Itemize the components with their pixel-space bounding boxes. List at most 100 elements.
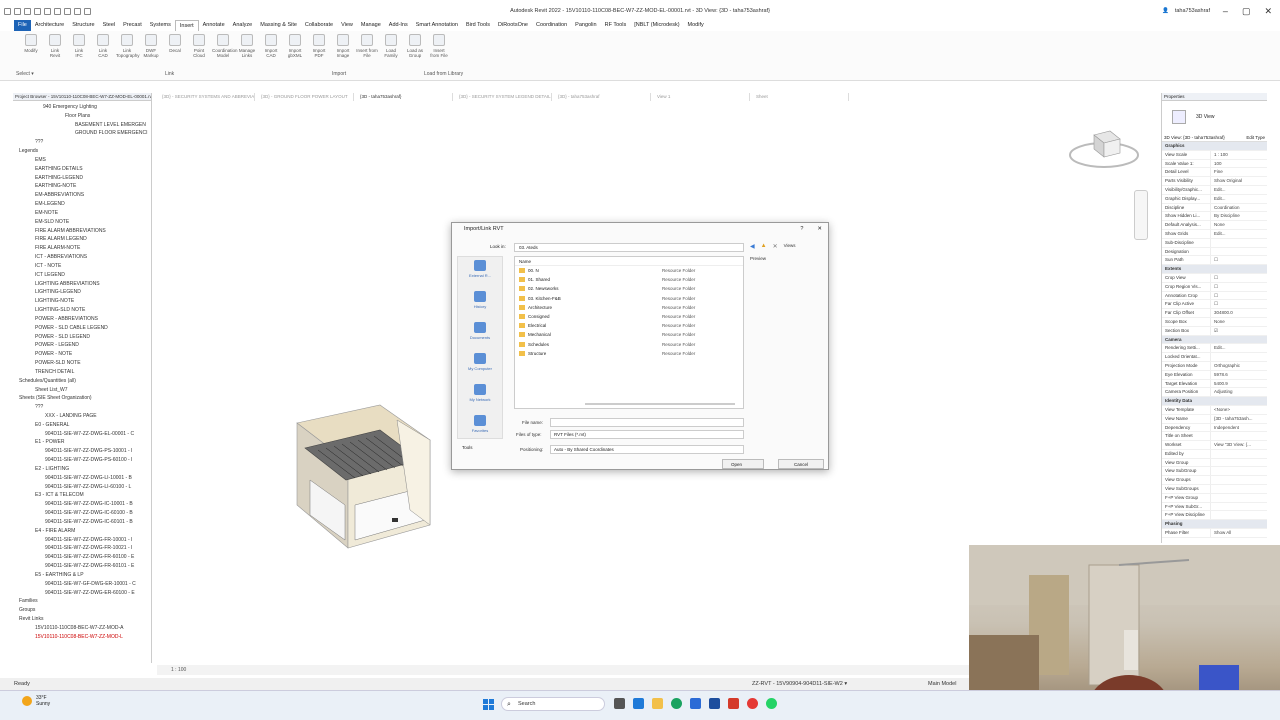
tree-item[interactable]: 904D11-SIE-W7-ZZ-DWG-FR-10021 - I: [13, 544, 151, 553]
file-row[interactable]: Consigned Resource Folder: [515, 312, 743, 321]
navigation-bar[interactable]: [1134, 190, 1148, 240]
tree-item[interactable]: ???: [13, 138, 151, 147]
property-row[interactable]: View SubGroups: [1162, 485, 1267, 494]
property-value[interactable]: [1210, 247, 1267, 256]
property-value[interactable]: ☐: [1210, 256, 1267, 265]
tree-item[interactable]: 904D11-SIE-W7-ZZ-DWG-FR-60101 - E: [13, 562, 151, 571]
property-row[interactable]: Detail Level Fine: [1162, 168, 1267, 178]
tree-item[interactable]: POWER - NOTE: [13, 350, 151, 359]
property-row[interactable]: Locked Orientat...: [1162, 353, 1267, 362]
ribbon-button[interactable]: Manage Links: [236, 34, 258, 58]
ribbon-button[interactable]: DWF Markup: [140, 34, 162, 58]
ribbon-button[interactable]: Link Revit: [44, 34, 66, 58]
chrome-icon[interactable]: [747, 698, 758, 709]
property-row[interactable]: Eye Elevation 5978.6: [1162, 370, 1267, 380]
tree-item[interactable]: POWER-SLD NOTE: [13, 359, 151, 368]
tree-item[interactable]: ICT - ABBREVIATIONS: [13, 253, 151, 262]
tree-item[interactable]: 904D11-SIE-W7-ZZ-DWG-ER-60100 - E: [13, 589, 151, 598]
tree-item[interactable]: 904D11-SIE-W7-ZZ-DWG-FR-60100 - E: [13, 553, 151, 562]
property-row[interactable]: View Groups: [1162, 476, 1267, 486]
property-value[interactable]: 100: [1210, 159, 1267, 168]
tree-item[interactable]: LIGHTING-LEGEND: [13, 288, 151, 297]
property-value[interactable]: [1210, 432, 1267, 441]
property-row[interactable]: Target Elevation 5400.9: [1162, 379, 1267, 389]
property-row[interactable]: Scale Value 1: 100: [1162, 159, 1267, 169]
tree-item[interactable]: FIRE ALARM-NOTE: [13, 244, 151, 253]
property-row[interactable]: View Scale 1 : 100: [1162, 150, 1267, 160]
tree-item[interactable]: 904D11-SIE-W7-ZZ-DWG-IC-10001 - B: [13, 500, 151, 509]
property-value[interactable]: Orthographic: [1210, 361, 1267, 370]
windows-start-icon[interactable]: [483, 699, 494, 710]
property-value[interactable]: [1210, 353, 1267, 361]
tab-precast[interactable]: Precast: [119, 20, 146, 31]
tree-item[interactable]: 904D11-SIE-W7-GF-DWG-ER-10001 - C: [13, 580, 151, 589]
help-button[interactable]: ?: [800, 223, 803, 235]
property-row[interactable]: Rendering Setti... Edit...: [1162, 344, 1267, 354]
edge-icon[interactable]: [671, 698, 682, 709]
view-tab[interactable]: {3D} - GROUND FLOOR POWER LAYOUT: [255, 93, 354, 101]
property-row[interactable]: Crop View ☐: [1162, 273, 1267, 283]
property-value[interactable]: ☐: [1210, 273, 1267, 282]
tree-item[interactable]: GROUND FLOOR EMERGENCI: [13, 129, 151, 138]
property-value[interactable]: ☐: [1210, 291, 1267, 300]
property-value[interactable]: [1210, 449, 1267, 458]
open-button[interactable]: Open: [722, 459, 764, 469]
property-row[interactable]: Discipline Coordination: [1162, 203, 1267, 213]
tree-item[interactable]: LIGHTING ABBREVIATIONS: [13, 280, 151, 289]
property-row[interactable]: Title on Sheet: [1162, 432, 1267, 442]
tree-item[interactable]: 904D11-SIE-W7-ZZ-DWG-LI-60100 - L: [13, 483, 151, 492]
property-value[interactable]: Edit...: [1210, 194, 1267, 203]
property-value[interactable]: Edit...: [1210, 229, 1267, 238]
property-value[interactable]: 5400.9: [1210, 379, 1267, 388]
file-row[interactable]: Mechanical Resource Folder: [515, 330, 743, 339]
tab-rf-tools[interactable]: RF Tools: [601, 20, 631, 31]
maximize-button[interactable]: ▢: [1242, 6, 1251, 17]
tree-item[interactable]: 904D11-SIE-W7-ZZ-DWG-LI-10001 - B: [13, 474, 151, 483]
property-row[interactable]: View Group: [1162, 458, 1267, 468]
tree-item[interactable]: E0 - GENERAL: [13, 421, 151, 430]
tree-item[interactable]: 940 Emergency Lighting: [13, 103, 151, 112]
file-list[interactable]: Name 00. N Resource Folder 01. Shared Resou…: [514, 256, 744, 409]
ribbon-button[interactable]: Import Image: [332, 34, 354, 58]
tree-item[interactable]: Floor Plans: [13, 112, 151, 121]
place-item[interactable]: External R...: [458, 257, 502, 288]
view-tab[interactable]: {3D} - taha753ashraf: [552, 93, 651, 101]
workset-selector[interactable]: ZZ-RVT - 15V90904-904D11-SIE-W2 ▾: [752, 678, 847, 690]
place-item[interactable]: History: [458, 288, 502, 319]
property-row[interactable]: Default Analysis... None: [1162, 221, 1267, 230]
tab-insert[interactable]: Insert: [174, 20, 199, 31]
view-cube[interactable]: [1068, 127, 1140, 171]
tree-item[interactable]: ICT - NOTE: [13, 262, 151, 271]
property-row[interactable]: Show Hidden Li... By Discipline: [1162, 212, 1267, 222]
ribbon-button[interactable]: Link IFC: [68, 34, 90, 58]
tree-item[interactable]: EM-SLD NOTE: [13, 218, 151, 227]
tab-coordination[interactable]: Coordination: [532, 20, 571, 31]
tree-item[interactable]: E5 - EARTHING & LP: [13, 571, 151, 580]
tab-analyze[interactable]: Analyze: [229, 20, 257, 31]
app-icon[interactable]: [728, 698, 739, 709]
tree-item[interactable]: Sheet List_W7: [13, 386, 151, 395]
ribbon-button[interactable]: Import PDF: [308, 34, 330, 58]
property-value[interactable]: [1210, 511, 1267, 520]
tree-item[interactable]: BASEMENT LEVEL EMERGEN: [13, 121, 151, 130]
property-row[interactable]: Phase Filter Show All: [1162, 529, 1267, 538]
property-row[interactable]: F+P View SubGr...: [1162, 502, 1267, 512]
property-value[interactable]: 304800.0: [1210, 309, 1267, 317]
ribbon-button[interactable]: Modify: [20, 34, 42, 53]
property-value[interactable]: View "3D View: {...: [1210, 441, 1267, 449]
ribbon-button[interactable]: Import CAD: [260, 34, 282, 58]
property-value[interactable]: [1210, 485, 1267, 493]
property-row[interactable]: Designation: [1162, 247, 1267, 257]
view-tab[interactable]: {3D} - SECURITY SYSTEM LEGEND DETAIL: [453, 93, 552, 101]
property-value[interactable]: Show All: [1210, 529, 1267, 537]
tree-item[interactable]: EARTHING DETAILS: [13, 165, 151, 174]
tree-item[interactable]: LIGHTING-NOTE: [13, 297, 151, 306]
tree-item[interactable]: EM-NOTE: [13, 209, 151, 218]
property-row[interactable]: View Name {3D - taha753ash...: [1162, 414, 1267, 424]
property-row[interactable]: View Template <None>: [1162, 405, 1267, 415]
property-value[interactable]: Independent: [1210, 423, 1267, 432]
files-of-type-dropdown[interactable]: RVT Files (*.rvt): [550, 430, 744, 439]
ribbon-button[interactable]: Link Topography: [116, 34, 140, 58]
views-button[interactable]: Views: [784, 243, 796, 250]
property-row[interactable]: Annotation Crop ☐: [1162, 291, 1267, 301]
